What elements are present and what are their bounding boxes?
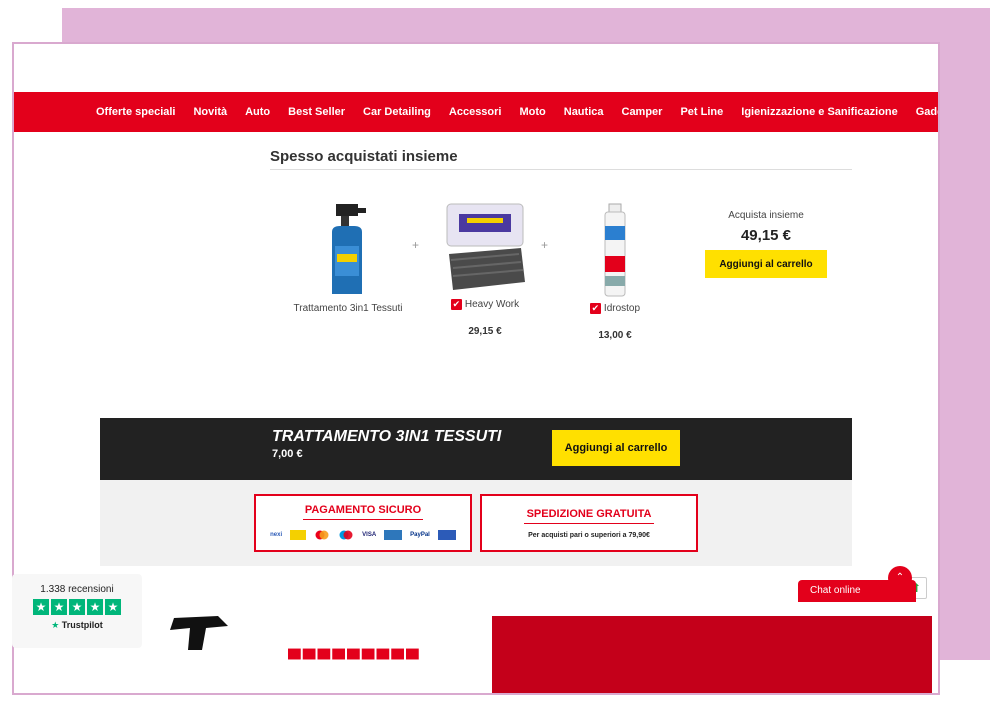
spray-bottle-icon <box>332 204 366 294</box>
trustpilot-star-icon: ★ <box>51 620 60 630</box>
free-shipping-title: SPEDIZIONE GRATUITA <box>526 508 652 520</box>
divider <box>270 169 852 170</box>
star-icon: ★ <box>87 599 103 615</box>
star-icon: ★ <box>51 599 67 615</box>
bundle-product-3[interactable]: ✔ Idrostop 13,00 € <box>570 202 660 341</box>
sticky-product-name: TRATTAMENTO 3IN1 TESSUTI <box>272 428 502 445</box>
bundle-product-name: Trattamento 3in1 Tessuti <box>293 303 403 314</box>
bank-transfer-icon <box>437 530 456 540</box>
chat-online-button[interactable]: Chat online <box>798 580 916 602</box>
nav-item[interactable]: Igienizzazione e Sanificazione <box>741 106 897 118</box>
nav-item[interactable]: Pet Line <box>680 106 723 118</box>
nav-item[interactable]: Moto <box>519 106 545 118</box>
characteristics-heading: ▄▄▄▄▄▄▄▄▄ <box>288 638 421 658</box>
bundle-title: Spesso acquistati insieme <box>270 148 458 165</box>
trustpilot-widget[interactable]: 1.338 recensioni ★ ★ ★ ★ ★ ★ Trustpilot <box>12 574 142 648</box>
info-badges-area: PAGAMENTO SICURO nexi VISA PayPal SPEDIZ… <box>100 480 852 566</box>
nexi-icon: nexi <box>270 532 283 538</box>
buy-together-label: Acquista insieme <box>728 210 804 221</box>
nav-item[interactable]: Auto <box>245 106 270 118</box>
amex-icon <box>384 530 403 540</box>
payment-methods: nexi VISA PayPal <box>256 530 470 540</box>
free-shipping-subtitle: Per acquisti pari o superiori a 79,90€ <box>528 532 650 539</box>
add-bundle-to-cart-button[interactable]: Aggiungi al carrello <box>705 250 827 278</box>
secure-payment-box: PAGAMENTO SICURO nexi VISA PayPal <box>254 494 472 552</box>
trustpilot-logo: ★ Trustpilot <box>51 620 103 630</box>
cloth-pack-icon <box>446 203 525 290</box>
paypal-icon: PayPal <box>410 532 430 538</box>
divider <box>524 523 654 524</box>
nav-item[interactable]: Accessori <box>449 106 502 118</box>
spray-can-icon <box>604 203 626 297</box>
secure-payment-title: PAGAMENTO SICURO <box>304 504 422 516</box>
rating-stars: ★ ★ ★ ★ ★ <box>12 599 142 615</box>
checkbox-checked-icon[interactable]: ✔ <box>450 299 462 310</box>
star-icon: ★ <box>69 599 85 615</box>
maestro-icon <box>339 530 353 540</box>
add-to-cart-button[interactable]: Aggiungi al carrello <box>552 430 680 466</box>
nav-item[interactable]: Best Seller <box>288 106 345 118</box>
nav-item[interactable]: Gadget <box>916 106 938 118</box>
mastercard-icon <box>315 530 329 540</box>
star-icon: ★ <box>105 599 121 615</box>
nav-item[interactable]: Car Detailing <box>363 106 431 118</box>
bundle-product-name: ✔ Heavy Work <box>450 299 520 310</box>
bundle-product-2[interactable]: ✔ Heavy Work 29,15 € <box>434 202 536 337</box>
nav-item[interactable]: Camper <box>622 106 663 118</box>
review-count: 1.338 recensioni <box>40 584 114 595</box>
nav-item[interactable]: Nautica <box>564 106 604 118</box>
bundle-product-name: ✔ Idrostop <box>589 303 641 314</box>
sticky-product-bar: TRATTAMENTO 3IN1 TESSUTI 7,00 € Aggiungi… <box>100 418 852 480</box>
star-icon: ★ <box>33 599 49 615</box>
nav-item[interactable]: Novità <box>193 106 227 118</box>
postepay-icon <box>290 530 307 540</box>
spray-trigger-image <box>170 616 228 650</box>
bundle-product-price: 29,15 € <box>468 326 502 337</box>
plus-sign: + <box>541 238 549 252</box>
bundle-product-1[interactable]: Trattamento 3in1 Tessuti <box>286 202 410 314</box>
buy-together-box: Acquista insieme 49,15 € Aggiungi al car… <box>704 210 828 278</box>
free-shipping-box: SPEDIZIONE GRATUITA Per acquisti pari o … <box>480 494 698 552</box>
sticky-product-price: 7,00 € <box>272 448 303 460</box>
bundle-product-price: 13,00 € <box>598 330 632 341</box>
nav-item[interactable]: Offerte speciali <box>96 106 175 118</box>
visa-icon: VISA <box>362 532 377 538</box>
buy-together-price: 49,15 € <box>740 227 792 244</box>
plus-sign: + <box>412 238 420 252</box>
checkbox-checked-icon[interactable]: ✔ <box>589 303 601 314</box>
divider <box>303 519 423 520</box>
product-banner-image <box>492 616 932 693</box>
main-navbar: Offerte speciali Novità Auto Best Seller Car… <box>14 92 938 132</box>
